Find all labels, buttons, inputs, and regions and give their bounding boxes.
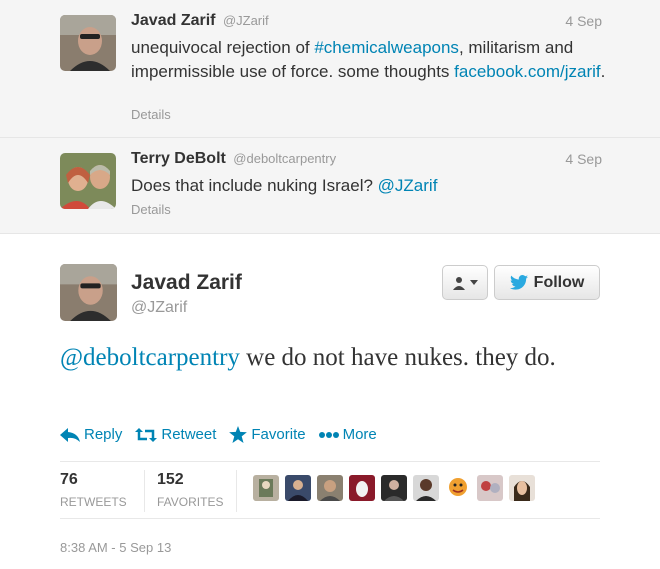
retweet-icon <box>135 427 158 442</box>
main-tweet-text: @deboltcarpentry we do not have nukes. t… <box>60 340 620 375</box>
favorite-label: Favorite <box>251 426 306 443</box>
main-user-name[interactable]: Javad Zarif <box>131 271 242 295</box>
retweet-button[interactable]: Retweet <box>135 426 216 443</box>
retweet-label: Retweet <box>161 426 217 443</box>
user-name[interactable]: Javad Zarif <box>131 12 215 29</box>
hashtag-link[interactable]: #chemicalweapons <box>314 38 459 57</box>
user-actions-dropdown[interactable] <box>442 265 488 300</box>
avatar[interactable] <box>381 475 407 501</box>
tweet-text-part: we do not have nukes. they do. <box>239 344 556 371</box>
avatar[interactable] <box>349 475 375 501</box>
tweet-date[interactable]: 4 Sep <box>565 13 602 29</box>
conversation-tweet[interactable]: Javad Zarif @JZarif 4 Sep unequivocal re… <box>0 0 660 138</box>
avatar[interactable] <box>60 15 116 71</box>
tweet-date[interactable]: 4 Sep <box>565 151 602 167</box>
star-icon <box>229 426 248 443</box>
user-name[interactable]: Terry DeBolt <box>131 150 226 167</box>
retweets-label: RETWEETS <box>60 495 127 509</box>
favoriters-avatars <box>253 475 535 501</box>
tweet-text: unequivocal rejection of #chemicalweapon… <box>131 36 611 84</box>
tweet-timestamp[interactable]: 8:38 AM - 5 Sep 13 <box>60 540 171 555</box>
retweets-count: 76 <box>60 471 78 488</box>
person-icon <box>453 276 465 290</box>
user-screen-name[interactable]: @deboltcarpentry <box>233 151 336 166</box>
tweet-header: Javad Zarif @JZarif <box>131 12 269 30</box>
avatar[interactable] <box>477 475 503 501</box>
main-avatar[interactable] <box>60 264 117 321</box>
details-link[interactable]: Details <box>131 107 171 122</box>
avatar[interactable] <box>509 475 535 501</box>
tweet-actions: Reply Retweet Favorite More <box>60 426 390 443</box>
stats-divider <box>236 470 237 512</box>
reply-label: Reply <box>84 426 123 443</box>
reply-button[interactable]: Reply <box>60 426 122 443</box>
conversation-tweet[interactable]: Terry DeBolt @deboltcarpentry 4 Sep Does… <box>0 138 660 234</box>
tweet-text: Does that include nuking Israel? @JZarif <box>131 174 611 198</box>
mention-link[interactable]: @JZarif <box>378 176 438 195</box>
more-button[interactable]: More <box>318 426 377 443</box>
reply-icon <box>60 427 80 442</box>
details-link[interactable]: Details <box>131 202 171 217</box>
favorites-stat[interactable]: 152 FAVORITES <box>157 471 223 509</box>
avatar[interactable] <box>317 475 343 501</box>
favorites-label: FAVORITES <box>157 495 224 509</box>
user-screen-name[interactable]: @JZarif <box>223 13 269 28</box>
main-user-screen-name[interactable]: @JZarif <box>131 299 187 317</box>
tweet-text-part: Does that include nuking Israel? <box>131 176 378 195</box>
url-link[interactable]: facebook.com/jzarif <box>454 62 600 81</box>
avatar[interactable] <box>253 475 279 501</box>
avatar[interactable] <box>285 475 311 501</box>
mention-link[interactable]: @deboltcarpentry <box>60 344 240 371</box>
twitter-bird-icon <box>509 275 528 290</box>
favorite-button[interactable]: Favorite <box>229 426 306 443</box>
avatar[interactable] <box>60 153 116 209</box>
retweets-stat[interactable]: 76 RETWEETS <box>60 471 127 509</box>
follow-label: Follow <box>533 273 585 291</box>
tweet-text-part: unequivocal rejection of <box>131 38 315 57</box>
tweet-header: Terry DeBolt @deboltcarpentry <box>131 150 336 168</box>
avatar[interactable] <box>445 475 471 501</box>
favorites-count: 152 <box>157 471 184 488</box>
more-dots-icon <box>318 431 339 438</box>
more-label: More <box>342 426 377 443</box>
stats-divider <box>144 470 145 512</box>
follow-button[interactable]: Follow <box>494 265 600 300</box>
avatar[interactable] <box>413 475 439 501</box>
tweet-stats: 76 RETWEETS 152 FAVORITES <box>60 461 600 519</box>
caret-down-icon <box>470 279 478 285</box>
tweet-text-part: . <box>600 62 606 81</box>
